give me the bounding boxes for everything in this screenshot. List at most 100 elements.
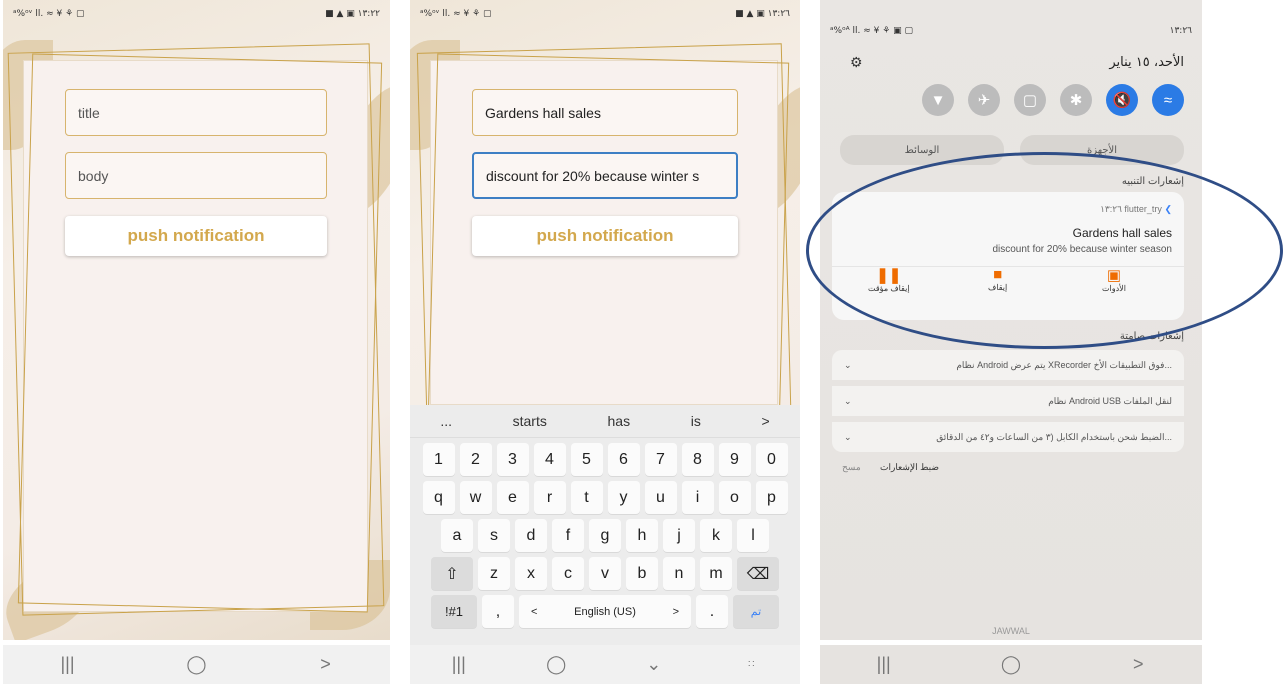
status-icons: ᵃ%ᵒᴬ ll. ≈ ¥ ⚘ ▣ ▢	[830, 26, 914, 36]
status-clock: ■ ▲ ▣ ١٣:٢٦	[735, 9, 790, 19]
bluetooth-icon[interactable]: ✱	[1060, 84, 1092, 116]
backspace-key[interactable]: ⌫	[737, 557, 779, 590]
system-navbar: ||| ◯ >	[820, 645, 1202, 684]
key[interactable]: k	[700, 519, 732, 552]
key[interactable]: n	[663, 557, 695, 590]
keyboard-hide-icon[interactable]: ⌄	[639, 654, 669, 675]
key[interactable]: 0	[755, 443, 788, 476]
key[interactable]: u	[644, 481, 677, 514]
comma-key[interactable]: ,	[482, 595, 514, 628]
key[interactable]: 3	[496, 443, 529, 476]
letter-row-top: q w e r t y u i o p	[410, 481, 800, 514]
key[interactable]: p	[755, 481, 788, 514]
lang-next-icon: >	[672, 605, 679, 618]
suggestion-expand[interactable]: >	[761, 413, 769, 429]
airplane-icon[interactable]: ✈	[968, 84, 1000, 116]
key[interactable]: m	[700, 557, 732, 590]
key[interactable]: b	[626, 557, 658, 590]
key[interactable]: g	[589, 519, 621, 552]
phone-screen-filled-form: ᵃ%ᵒᵛ ll. ≈ ¥ ⚘ ▢ ■ ▲ ▣ ١٣:٢٦ Gardens hal…	[410, 0, 800, 684]
key[interactable]: j	[663, 519, 695, 552]
key[interactable]: c	[552, 557, 584, 590]
phone-screen-empty-form: ᵃ%ᵒᵛ ll. ≈ ¥ ⚘ ▢ ■ ▲ ▣ ١٣:٢٢ title body …	[3, 0, 390, 684]
silent-notification-row[interactable]: ⌄ نظام Android USB لنقل الملفات	[832, 386, 1184, 416]
key[interactable]: h	[626, 519, 658, 552]
key[interactable]: 5	[570, 443, 603, 476]
key[interactable]: o	[718, 481, 751, 514]
notification-settings-button[interactable]: ضبط الإشعارات	[880, 462, 939, 473]
key[interactable]: s	[478, 519, 510, 552]
space-key[interactable]: < English (US) >	[519, 595, 691, 628]
key[interactable]: z	[478, 557, 510, 590]
silent-notification-row[interactable]: ⌄ الضبط شحن باستخدام الكابل (٣ من الساعا…	[832, 422, 1184, 452]
key[interactable]: w	[459, 481, 492, 514]
gear-icon[interactable]: ⚙	[850, 54, 863, 71]
key[interactable]: i	[681, 481, 714, 514]
suggestion-word[interactable]: starts	[513, 413, 547, 429]
back-button[interactable]: >	[1123, 654, 1153, 675]
status-icons: ᵃ%ᵒᵛ ll. ≈ ¥ ⚘ ▢	[420, 9, 492, 19]
key[interactable]: 2	[459, 443, 492, 476]
expand-chevron-icon[interactable]: ⌄	[844, 432, 852, 443]
body-input[interactable]: body	[65, 152, 327, 199]
suggestion-word[interactable]: has	[608, 413, 631, 429]
recents-button[interactable]: |||	[869, 654, 899, 675]
silent-notification-text: الضبط شحن باستخدام الكابل (٣ من الساعات …	[936, 431, 1172, 442]
lock-rotation-icon[interactable]: ▢	[1014, 84, 1046, 116]
key[interactable]: a	[441, 519, 473, 552]
key[interactable]: d	[515, 519, 547, 552]
shade-date: الأحد، ١٥ يناير	[1109, 55, 1184, 70]
flashlight-icon[interactable]: ▼	[922, 84, 954, 116]
status-bar: ᵃ%ᵒᴬ ll. ≈ ¥ ⚘ ▣ ▢ ١٣:٢٦	[820, 20, 1202, 42]
space-row: !#1 , < English (US) > . تم	[410, 595, 800, 628]
home-button[interactable]: ◯	[182, 654, 212, 675]
push-notification-button[interactable]: push notification	[65, 216, 327, 256]
mute-icon[interactable]: 🔇	[1106, 84, 1138, 116]
key[interactable]: t	[570, 481, 603, 514]
carrier-label: JAWWAL	[992, 626, 1030, 636]
expand-chevron-icon[interactable]: ⌄	[844, 360, 852, 371]
key[interactable]: q	[422, 481, 455, 514]
key[interactable]: e	[496, 481, 529, 514]
key[interactable]: 9	[718, 443, 751, 476]
title-input[interactable]: title	[65, 89, 327, 136]
key[interactable]: 6	[607, 443, 640, 476]
key[interactable]: y	[607, 481, 640, 514]
silent-notification-row[interactable]: ⌄ نظام Android يتم عرض XRecorder فوق الت…	[832, 350, 1184, 380]
home-button[interactable]: ◯	[996, 654, 1026, 675]
title-input[interactable]: Gardens hall sales	[472, 89, 738, 136]
clear-button[interactable]: مسح	[842, 462, 861, 473]
back-button[interactable]: >	[311, 654, 341, 675]
key[interactable]: 7	[644, 443, 677, 476]
highlight-oval-annotation	[806, 152, 1283, 349]
done-key[interactable]: تم	[733, 595, 779, 628]
wifi-icon[interactable]: ≈	[1152, 84, 1184, 116]
suggestion-menu[interactable]: ...	[440, 413, 452, 429]
key[interactable]: r	[533, 481, 566, 514]
home-button[interactable]: ◯	[541, 654, 571, 675]
recents-button[interactable]: |||	[53, 654, 83, 675]
key[interactable]: 8	[681, 443, 714, 476]
symbols-key[interactable]: !#1	[431, 595, 477, 628]
key[interactable]: f	[552, 519, 584, 552]
status-clock: ■ ▲ ▣ ١٣:٢٢	[325, 9, 380, 19]
suggestion-word[interactable]: is	[691, 413, 701, 429]
key[interactable]: 4	[533, 443, 566, 476]
letter-row-middle: a s d f g h j k l	[410, 519, 800, 552]
recents-button[interactable]: |||	[444, 654, 474, 675]
keyboard-grid-icon[interactable]: ∷	[736, 659, 766, 670]
expand-chevron-icon[interactable]: ⌄	[844, 396, 852, 407]
key[interactable]: 1	[422, 443, 455, 476]
lang-prev-icon: <	[531, 605, 538, 618]
shift-key[interactable]: ⇧	[431, 557, 473, 590]
key[interactable]: v	[589, 557, 621, 590]
status-bar: ᵃ%ᵒᵛ ll. ≈ ¥ ⚘ ▢ ■ ▲ ▣ ١٣:٢٢	[3, 0, 390, 28]
period-key[interactable]: .	[696, 595, 728, 628]
body-input[interactable]: discount for 20% because winter s	[472, 152, 738, 199]
key[interactable]: l	[737, 519, 769, 552]
key[interactable]: x	[515, 557, 547, 590]
number-row: 1 2 3 4 5 6 7 8 9 0	[410, 443, 800, 476]
silent-notification-text: نظام Android يتم عرض XRecorder فوق التطب…	[956, 359, 1172, 370]
push-notification-button[interactable]: push notification	[472, 216, 738, 256]
language-label: English (US)	[574, 605, 636, 618]
